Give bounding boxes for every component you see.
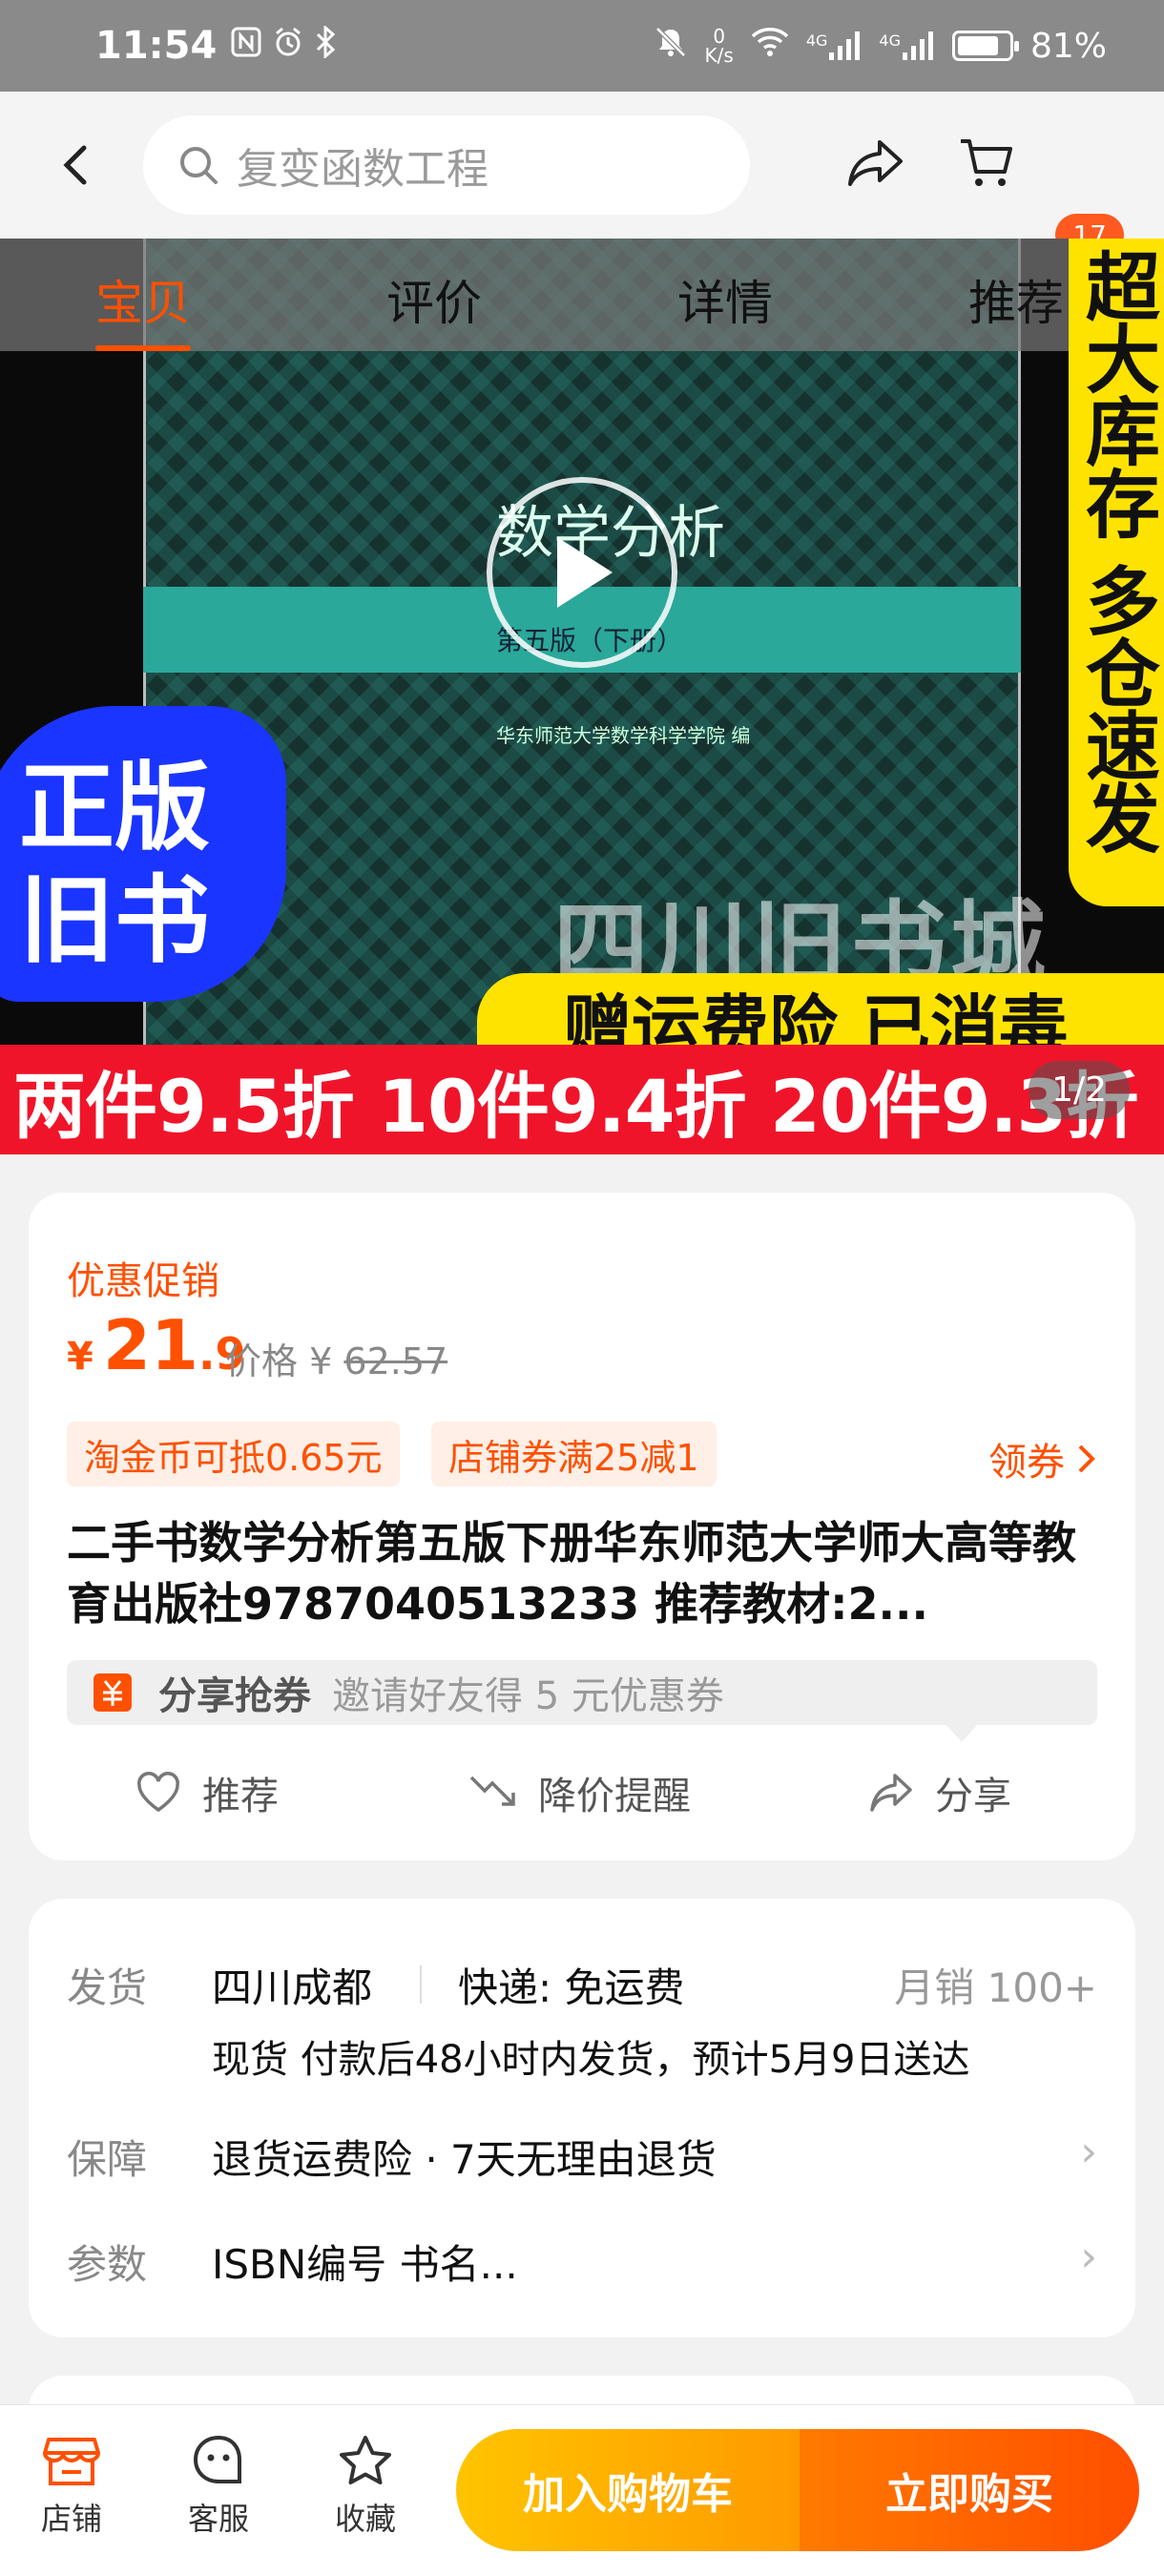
chevron-left-icon [63, 145, 87, 185]
ship-label: 发货 [67, 1964, 148, 2011]
book-cover-publisher: 华东师范大学数学科学学院 编 [496, 724, 751, 747]
store-coupon[interactable]: 店铺券满25减1 [431, 1422, 717, 1486]
search-placeholder: 复变函数工程 [237, 145, 488, 194]
alarm-icon [272, 26, 304, 67]
price-card: 优惠促销 ¥ 21 .9 价格 ¥ 62.57 淘金币可抵0.65元 店铺券满2… [29, 1193, 1135, 1860]
share-icon[interactable] [847, 138, 904, 192]
back-button[interactable] [38, 127, 114, 203]
signal-icon-2: 4G [879, 31, 935, 60]
nfc-icon [230, 26, 262, 67]
search-input[interactable]: 复变函数工程 [143, 115, 750, 215]
buy-now-button[interactable]: 立即购买 [800, 2429, 1139, 2551]
net-speed: 0 K/s [704, 25, 734, 67]
wifi-icon [751, 27, 789, 66]
chevron-right-icon: › [1080, 2233, 1097, 2281]
cart-icon[interactable] [958, 136, 1015, 194]
price-alert-button[interactable]: 降价提醒 [468, 1765, 691, 1820]
shop-icon [43, 2438, 100, 2485]
share-button[interactable]: 分享 [868, 1765, 1011, 1820]
get-coupon-button[interactable]: 领券 [988, 1431, 1097, 1486]
monthly-sales: 月销 100+ [894, 1964, 1097, 2011]
express-fee: 快递: 免运费 [458, 1964, 685, 2011]
current-price: ¥ 21 .9 [67, 1305, 246, 1385]
shipping-info-card: 发货 四川成都 快递: 免运费 月销 100+ 现货 付款后48小时内发货，预计… [29, 1899, 1135, 2337]
discount-promo-strip: 两件9.5折 10件9.4折 20件9.3折 [0, 1045, 1164, 1154]
favorite-button[interactable]: 收藏 [313, 2434, 418, 2539]
star-icon [340, 2436, 391, 2484]
tab-reviews[interactable]: 评价 [386, 265, 482, 334]
bottom-action-bar: 店铺 客服 收藏 加入购物车 立即购买 [0, 2404, 1164, 2576]
heart-icon [137, 1772, 179, 1813]
chat-face-icon [193, 2435, 241, 2483]
guarantee-label: 保障 [67, 2136, 148, 2183]
price-drop-icon [469, 1776, 515, 1806]
coin-coupon[interactable]: 淘金币可抵0.65元 [67, 1422, 400, 1486]
original-price: 价格 ¥ 62.57 [225, 1340, 448, 1382]
tab-details[interactable]: 详情 [677, 265, 773, 334]
customer-service-button[interactable]: 客服 [166, 2434, 271, 2539]
tab-recommend[interactable]: 推荐 [968, 265, 1064, 334]
params-label: 参数 [67, 2241, 148, 2288]
bluetooth-icon [314, 24, 337, 67]
promo-label: 优惠促销 [67, 1259, 219, 1303]
ship-detail: 现货 付款后48小时内发货，预计5月9日送达 [212, 2038, 970, 2082]
status-bar: 11:54 0 K/s 4G 4G 81% [0, 0, 1164, 92]
product-gallery[interactable]: 数学分析 第五版（下册） 华东师范大学数学科学学院 编 四川旧书城 宝贝 评价 … [0, 239, 1164, 1154]
search-icon [180, 147, 218, 184]
image-counter: 1/2 [1029, 1061, 1130, 1119]
params-value: ISBN编号 书名... [212, 2241, 518, 2288]
chevron-right-icon: › [1080, 2128, 1097, 2176]
genuine-badge: 正版 旧书 [0, 706, 286, 1002]
product-title: 二手书数学分析第五版下册华东师范大学师大高等教育出版社9787040513233… [67, 1517, 1076, 1630]
battery-percent: 81% [1029, 26, 1107, 66]
battery-icon [951, 31, 1019, 61]
share-icon [870, 1774, 912, 1812]
ship-from: 四川成都 [212, 1964, 373, 2011]
coupon-ticket-icon [94, 1673, 132, 1712]
recommend-button[interactable]: 推荐 [135, 1765, 279, 1820]
play-video-button[interactable] [487, 477, 677, 668]
chevron-right-icon [1078, 1444, 1095, 1473]
more-icon[interactable] [1069, 138, 1126, 192]
tab-item[interactable]: 宝贝 [95, 265, 191, 351]
play-icon [557, 537, 613, 608]
signal-icon: 4G [806, 31, 863, 60]
detail-tabs: 宝贝 评价 详情 推荐 [0, 239, 1164, 351]
add-to-cart-button[interactable]: 加入购物车 [456, 2429, 800, 2551]
mute-icon [654, 25, 688, 68]
nav-bar: 复变函数工程 17 [0, 92, 1164, 257]
shop-button[interactable]: 店铺 [19, 2434, 124, 2539]
guarantee-value: 退货运费险 · 7天无理由退货 [212, 2136, 717, 2183]
share-coupon-bar[interactable]: 分享抢券 邀请好友得 5 元优惠券 [67, 1660, 1097, 1725]
side-promo-banner: 超大库存 多仓速发 [1069, 239, 1164, 906]
status-time: 11:54 [95, 24, 218, 68]
